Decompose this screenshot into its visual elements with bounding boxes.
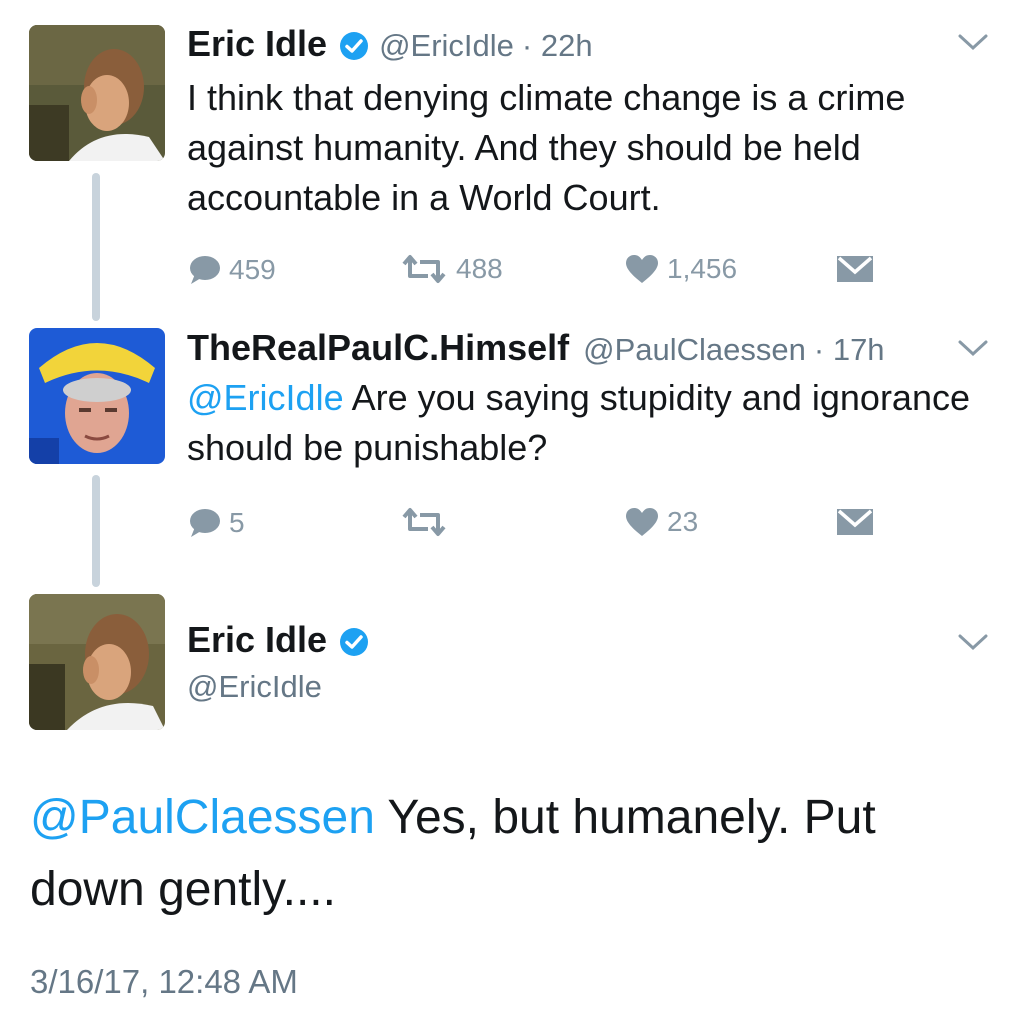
thread-line <box>92 173 100 321</box>
direct-message-button[interactable] <box>836 507 882 537</box>
mention-link[interactable]: @PaulClaessen <box>30 791 375 844</box>
tweet-text: @EricIdle Are you saying stupidity and i… <box>187 373 977 473</box>
like-icon <box>626 255 658 283</box>
retweet-icon <box>402 508 446 536</box>
tweet-text: I think that denying climate change is a… <box>187 77 906 218</box>
chevron-down-icon[interactable] <box>956 632 990 657</box>
like-count: 23 <box>667 506 699 537</box>
tweet-timestamp[interactable]: 3/16/17, 12:48 AM <box>30 963 298 1001</box>
display-name[interactable]: TheRealPaulC.Himself <box>187 327 569 368</box>
retweet-button[interactable] <box>400 507 456 537</box>
retweet-icon <box>402 255 446 283</box>
chevron-down-icon[interactable] <box>956 338 990 363</box>
like-button[interactable]: 23 <box>625 507 698 537</box>
display-name[interactable]: Eric Idle <box>187 23 327 64</box>
avatar-eric-idle[interactable] <box>29 25 165 161</box>
avatar-eric-idle[interactable] <box>29 594 165 730</box>
direct-message-icon <box>837 256 873 282</box>
reply-count: 459 <box>229 254 276 285</box>
like-count: 1,456 <box>667 253 738 284</box>
reply-icon <box>190 509 220 537</box>
retweet-count: 488 <box>456 253 503 284</box>
display-name[interactable]: Eric Idle <box>187 619 327 660</box>
tweet-header: TheRealPaulC.Himself @PaulClaessen · 17h <box>187 330 885 366</box>
avatar-paul-claessen[interactable] <box>29 328 165 464</box>
username[interactable]: @EricIdle <box>379 28 514 63</box>
verified-badge-icon <box>339 31 369 65</box>
thread-line <box>92 475 100 587</box>
reply-button[interactable]: 459 <box>187 254 276 286</box>
like-icon <box>626 508 658 536</box>
tweet-time[interactable]: · 17h <box>814 332 885 367</box>
direct-message-button[interactable] <box>836 254 882 284</box>
verified-badge-icon <box>339 627 369 661</box>
main-tweet-text: @PaulClaessen Yes, but humanely. Put dow… <box>30 782 990 926</box>
retweet-button[interactable]: 488 <box>400 254 503 284</box>
reply-button[interactable]: 5 <box>187 507 245 539</box>
username[interactable]: @EricIdle <box>187 669 322 705</box>
tweet-header: Eric Idle <box>187 622 379 665</box>
like-button[interactable]: 1,456 <box>625 254 737 284</box>
chevron-down-icon[interactable] <box>956 32 990 57</box>
reply-count: 5 <box>229 507 245 538</box>
mention-link[interactable]: @EricIdle <box>187 377 344 418</box>
username[interactable]: @PaulClaessen <box>583 332 806 367</box>
direct-message-icon <box>837 509 873 535</box>
tweet-time[interactable]: · 22h <box>522 28 593 63</box>
reply-icon <box>190 256 220 284</box>
tweet-header: Eric Idle @EricIdle · 22h <box>187 26 593 69</box>
